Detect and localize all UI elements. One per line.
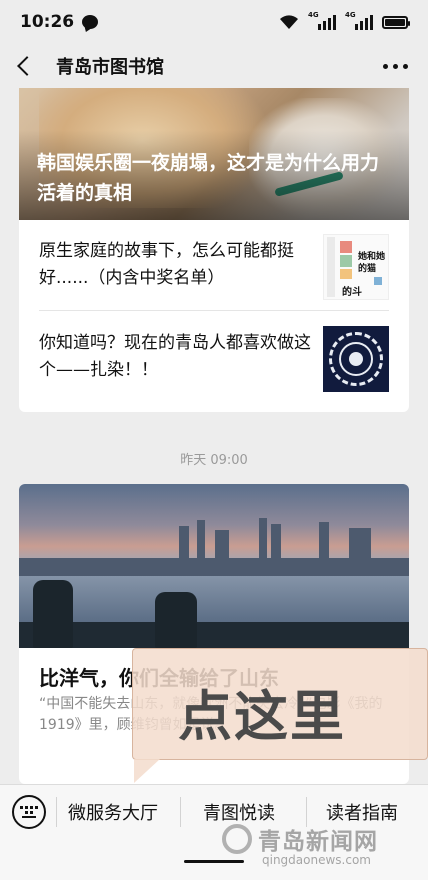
net-label: 4G [308, 11, 319, 19]
callout-text: 点这里 [178, 685, 346, 748]
signal-4g-2-icon: 4G [345, 11, 373, 30]
article-group-card: 韩国娱乐圈一夜崩塌，这才是为什么用力活着的真相 原生家庭的故事下，怎么可能都挺好… [19, 88, 409, 412]
divider [39, 310, 389, 311]
callout-tail [134, 759, 160, 783]
status-right: 4G 4G [279, 11, 410, 30]
article-thumbnail [323, 326, 389, 392]
message-timestamp: 昨天 09:00 [180, 453, 248, 468]
article-item[interactable]: 你知道吗？现在的青岛人都喜欢做这个——扎染！！ [19, 312, 409, 398]
keyboard-icon[interactable] [12, 795, 46, 829]
menu-divider [180, 797, 181, 827]
more-options-icon[interactable] [383, 63, 408, 69]
menu-item-service-hall[interactable]: 微服务大厅 [68, 799, 158, 825]
net-label: 4G [345, 11, 356, 19]
back-icon[interactable] [17, 56, 37, 76]
article-thumbnail: 她和她 的猫 的斗 [323, 234, 389, 300]
thumb-text: 的斗 [342, 287, 362, 298]
home-indicator[interactable] [184, 860, 244, 863]
hero-headline: 韩国娱乐圈一夜崩塌，这才是为什么用力活着的真相 [37, 152, 380, 204]
status-left: 10:26 [20, 12, 99, 32]
status-bar: 10:26 4G 4G [0, 0, 428, 44]
menu-divider [56, 797, 57, 827]
message-notification-icon [82, 15, 99, 29]
article-cover-image [19, 484, 409, 648]
nav-title: 青岛市图书馆 [56, 57, 164, 78]
menu-divider [306, 797, 307, 827]
menu-item-reader-guide[interactable]: 读者指南 [326, 799, 398, 825]
wifi-icon [280, 15, 298, 29]
article-item[interactable]: 原生家庭的故事下，怎么可能都挺好......（内含中奖名单） 她和她 的猫 的斗 [19, 220, 409, 306]
battery-icon [382, 15, 410, 29]
status-time: 10:26 [20, 12, 75, 32]
nav-bar: 青岛市图书馆 [0, 44, 428, 88]
signal-4g-1-icon: 4G [308, 11, 336, 30]
bottom-menu-bar: 微服务大厅 青图悦读 读者指南 [0, 784, 428, 880]
hero-article[interactable]: 韩国娱乐圈一夜崩塌，这才是为什么用力活着的真相 [19, 88, 409, 220]
article-title: 你知道吗？现在的青岛人都喜欢做这个——扎染！！ [39, 333, 311, 380]
menu-item-reading[interactable]: 青图悦读 [203, 799, 275, 825]
thumb-text: 的猫 [358, 264, 377, 274]
article-title: 原生家庭的故事下，怎么可能都挺好......（内含中奖名单） [39, 241, 294, 288]
